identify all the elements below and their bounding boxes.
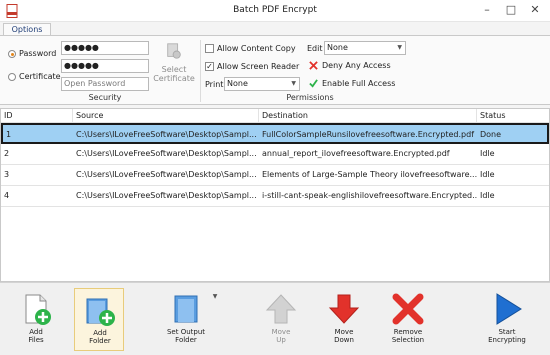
play-icon <box>496 293 522 325</box>
column-header-destination[interactable]: Destination <box>259 109 477 123</box>
row-status: Idle <box>480 170 495 179</box>
folder-icon <box>174 295 198 323</box>
arrow-down-icon <box>328 294 360 324</box>
allow-screen-reader-label: Allow Screen Reader <box>217 62 300 71</box>
row-destination: annual_report_ilovefreesoftware.Encrypte… <box>262 149 450 158</box>
minimize-button[interactable]: – <box>474 0 500 22</box>
move-up-label: Move Up <box>271 328 291 344</box>
add-folder-label: Add Folder <box>89 329 111 345</box>
row-source: C:\Users\ILoveFreeSoftware\Desktop\Sampl… <box>76 191 257 200</box>
arrow-up-icon <box>265 294 297 324</box>
bottom-toolbar: AddFiles AddFolder Set OutputFolder ▼ <box>0 282 550 355</box>
row-source: C:\Users\ILoveFreeSoftware\Desktop\Sampl… <box>76 130 257 139</box>
add-folder-icon <box>86 298 115 326</box>
row-status: Idle <box>480 191 495 200</box>
remove-x-icon <box>392 293 424 325</box>
app-window: Batch PDF Encrypt – □ ✕ Options Password… <box>0 0 550 355</box>
table-row[interactable]: 3 C:\Users\ILoveFreeSoftware\Desktop\Sam… <box>1 165 549 186</box>
row-status: Idle <box>480 149 495 158</box>
row-id: 1 <box>6 130 12 139</box>
print-select-value: None <box>227 79 248 88</box>
table-row[interactable]: 1 C:\Users\ILoveFreeSoftware\Desktop\Sam… <box>1 123 549 144</box>
row-id: 4 <box>4 191 10 200</box>
password-input[interactable]: ●●●●● <box>61 41 149 55</box>
file-table: ID Source Destination Status 1 C:\Users\… <box>0 108 550 282</box>
add-files-label: Add Files <box>28 328 44 344</box>
set-output-folder-label: Set Output Folder <box>166 328 206 344</box>
start-encrypting-button[interactable]: Start Encrypting <box>482 288 532 351</box>
chevron-down-icon: ▼ <box>291 80 296 87</box>
row-id: 3 <box>4 170 10 179</box>
edit-label: Edit <box>307 44 323 53</box>
move-down-button[interactable]: Move Down <box>319 288 369 351</box>
table-row[interactable]: 2 C:\Users\ILoveFreeSoftware\Desktop\Sam… <box>1 144 549 165</box>
select-certificate-label2: Certificate <box>153 74 195 83</box>
row-source: C:\Users\ILoveFreeSoftware\Desktop\Sampl… <box>76 149 257 158</box>
allow-content-copy-checkbox[interactable] <box>205 44 214 53</box>
password-radio-label: Password <box>19 49 57 58</box>
remove-selection-label: Remove Selection <box>391 328 425 344</box>
move-up-button[interactable]: Move Up <box>256 288 306 351</box>
deny-any-access-button[interactable]: Deny Any Access <box>309 60 405 72</box>
row-status: Done <box>480 130 502 139</box>
edit-select-value: None <box>327 43 348 52</box>
enable-full-access-button[interactable]: Enable Full Access <box>309 78 405 90</box>
add-files-button[interactable]: Add Files <box>11 288 61 351</box>
row-id: 2 <box>4 149 10 158</box>
start-encrypting-label: Start Encrypting <box>488 328 526 344</box>
ribbon-tabbar: Options <box>0 22 550 37</box>
row-destination: Elements of Large-Sample Theory ilovefre… <box>262 170 477 179</box>
certificate-radio[interactable] <box>8 73 16 81</box>
add-folder-button[interactable]: Add Folder <box>74 288 124 351</box>
allow-content-copy-label: Allow Content Copy <box>217 44 296 53</box>
permissions-group-label: Permissions <box>286 93 334 102</box>
security-group-label: Security <box>88 93 122 102</box>
row-source: C:\Users\ILoveFreeSoftware\Desktop\Sampl… <box>76 170 257 179</box>
ribbon-separator <box>200 40 201 102</box>
table-row[interactable]: 4 C:\Users\ILoveFreeSoftware\Desktop\Sam… <box>1 186 549 207</box>
confirm-password-input[interactable]: ●●●●● <box>61 59 149 73</box>
select-certificate-label1: Select <box>161 65 187 74</box>
deny-any-access-label: Deny Any Access <box>322 61 391 70</box>
table-header: ID Source Destination Status <box>1 109 549 123</box>
allow-screen-reader-checkbox[interactable]: ✓ <box>205 62 214 71</box>
select-certificate-button[interactable]: Select Certificate <box>150 39 198 89</box>
column-header-source[interactable]: Source <box>73 109 259 123</box>
remove-selection-button[interactable]: Remove Selection <box>383 288 433 351</box>
green-check-icon <box>309 79 318 88</box>
chevron-down-icon: ▼ <box>397 44 402 51</box>
set-output-folder-dropdown[interactable]: ▼ <box>211 293 219 313</box>
ribbon: Password Certificate ●●●●● ●●●●● Open Pa… <box>0 35 550 105</box>
row-destination: i-still-cant-speak-englishilovefreesoftw… <box>262 191 477 200</box>
enable-full-access-label: Enable Full Access <box>322 79 396 88</box>
edit-select[interactable]: None ▼ <box>324 41 406 55</box>
close-button[interactable]: ✕ <box>522 0 548 22</box>
open-password-input[interactable]: Open Password <box>61 77 149 91</box>
add-file-icon <box>25 294 51 325</box>
set-output-folder-button[interactable]: Set Output Folder <box>161 288 211 351</box>
move-down-label: Move Down <box>334 328 354 344</box>
print-select[interactable]: None ▼ <box>224 77 300 91</box>
row-destination: FullColorSampleRunsilovefreesoftware.Enc… <box>262 130 475 139</box>
red-x-icon <box>309 61 318 70</box>
maximize-button[interactable]: □ <box>498 0 524 22</box>
certificate-icon <box>167 43 181 59</box>
certificate-radio-label: Certificate <box>19 72 61 81</box>
password-radio[interactable] <box>8 50 16 58</box>
window-title: Batch PDF Encrypt <box>233 5 317 15</box>
column-header-status[interactable]: Status <box>477 109 549 123</box>
title-bar: Batch PDF Encrypt – □ ✕ <box>0 0 550 22</box>
print-label: Print <box>205 80 224 89</box>
chevron-down-icon: ▼ <box>212 293 218 300</box>
column-header-id[interactable]: ID <box>1 109 73 123</box>
